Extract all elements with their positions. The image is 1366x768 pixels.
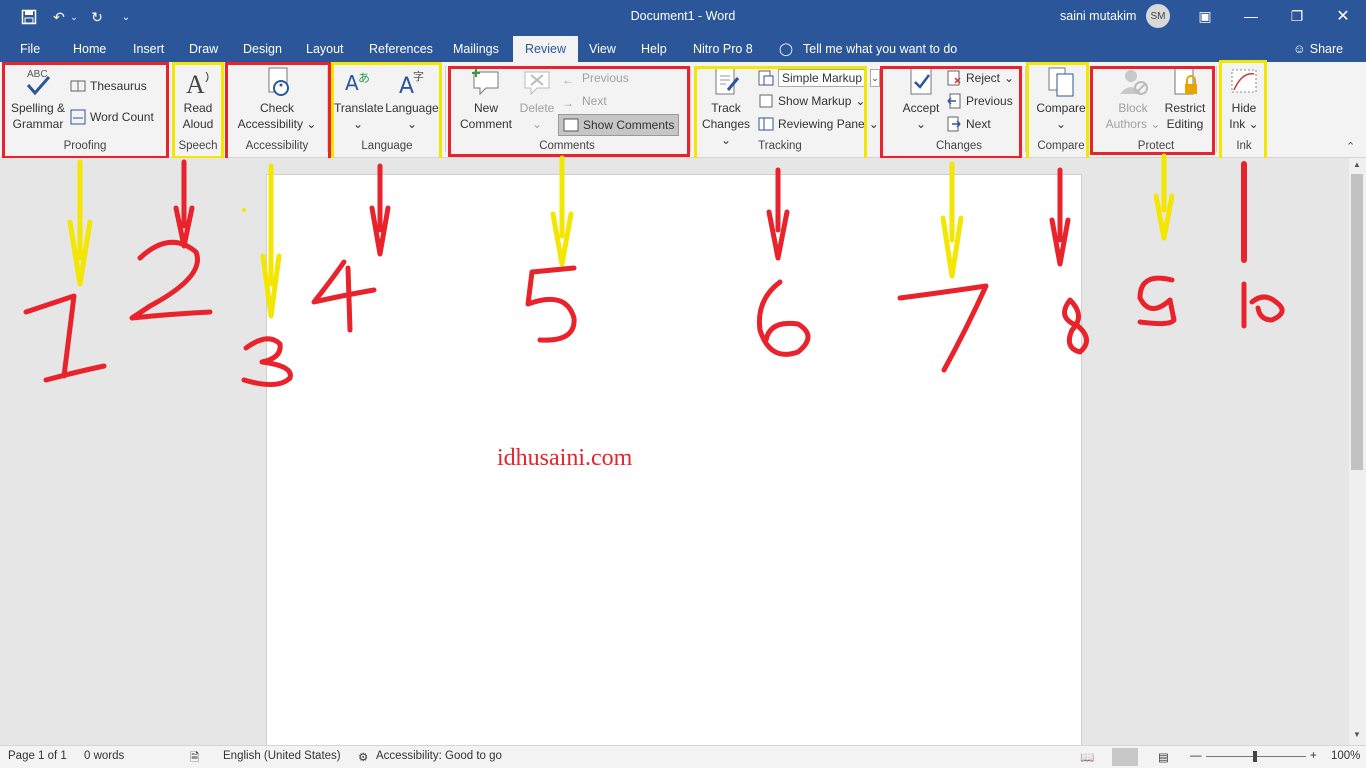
language-status[interactable]: English (United States)	[223, 750, 341, 762]
tab-draw[interactable]: Draw	[187, 36, 220, 62]
tab-home[interactable]: Home	[71, 36, 108, 62]
tab-file[interactable]: File	[18, 36, 42, 62]
accessibility-status-icon[interactable]: ⚙	[358, 750, 368, 764]
tab-design[interactable]: Design	[241, 36, 284, 62]
tab-mailings[interactable]: Mailings	[451, 36, 501, 62]
annotation-box-tracking	[694, 66, 867, 168]
annotation-box-ink	[1219, 60, 1267, 161]
zoom-in-icon[interactable]: +	[1310, 750, 1317, 762]
chevron-down-icon: ⌄	[870, 69, 881, 87]
tell-me-label: Tell me what you want to do	[803, 42, 958, 56]
tab-review[interactable]: Review	[513, 36, 578, 62]
proofing-status-icon[interactable]: 🗎	[190, 750, 199, 768]
collapse-ribbon-icon[interactable]: ⌃	[1346, 140, 1355, 153]
print-layout-icon[interactable]	[1112, 748, 1138, 766]
lightbulb-icon: ◯	[779, 42, 793, 56]
group-divider	[1216, 66, 1217, 152]
tab-references[interactable]: References	[367, 36, 435, 62]
tab-nitro-pro[interactable]: Nitro Pro 8	[691, 36, 755, 62]
zoom-level[interactable]: 100%	[1331, 750, 1360, 762]
zoom-out-icon[interactable]: —	[1190, 750, 1202, 762]
group-divider	[445, 66, 446, 152]
user-name[interactable]: saini mutakim	[1060, 9, 1136, 23]
tab-view[interactable]: View	[587, 36, 618, 62]
tab-insert[interactable]: Insert	[131, 36, 166, 62]
avatar[interactable]: SM	[1146, 4, 1170, 28]
document-page[interactable]: idhusaini.com	[266, 174, 1082, 745]
annotation-box-changes	[880, 66, 1022, 159]
annotation-box-proofing	[2, 62, 169, 159]
zoom-slider-thumb[interactable]	[1253, 751, 1257, 762]
title-bar: ↶ ⌄ ↻ ⌄ Document1 - Word saini mutakim S…	[0, 0, 1366, 36]
vertical-scrollbar[interactable]: ▲ ▼	[1349, 158, 1366, 745]
scrollbar-thumb[interactable]	[1351, 174, 1363, 470]
annotation-box-accessibility	[225, 62, 331, 166]
close-icon[interactable]: ✕	[1320, 0, 1366, 32]
word-count[interactable]: 0 words	[84, 750, 124, 762]
tab-layout[interactable]: Layout	[304, 36, 346, 62]
ribbon-tabs: File Home Insert Draw Design Layout Refe…	[0, 36, 1366, 62]
group-divider	[690, 66, 691, 152]
status-bar: Page 1 of 1 0 words 🗎 English (United St…	[0, 745, 1366, 768]
restore-icon[interactable]: ❐	[1274, 0, 1320, 32]
annotation-box-language	[331, 62, 442, 164]
annotation-box-comments	[448, 66, 690, 157]
page-count[interactable]: Page 1 of 1	[8, 750, 67, 762]
share-button[interactable]: ☺ Share	[1293, 36, 1343, 62]
chevron-down-icon: ⌄	[868, 117, 879, 131]
accessibility-status[interactable]: Accessibility: Good to go	[376, 750, 502, 762]
scroll-up-icon[interactable]: ▲	[1353, 160, 1361, 169]
person-icon: ☺	[1293, 42, 1306, 56]
tab-help[interactable]: Help	[639, 36, 669, 62]
share-label: Share	[1309, 42, 1344, 56]
annotation-box-protect	[1090, 66, 1215, 155]
annotation-box-compare	[1026, 62, 1089, 171]
read-mode-icon[interactable]: 📖	[1080, 750, 1094, 764]
site-watermark: idhusaini.com	[497, 445, 633, 471]
ribbon-display-options-icon[interactable]: ▣	[1182, 0, 1228, 32]
tell-me-search[interactable]: ◯ Tell me what you want to do	[779, 36, 957, 62]
web-layout-icon[interactable]: ▤	[1158, 750, 1169, 764]
minimize-icon[interactable]: —	[1228, 0, 1274, 32]
document-workspace: idhusaini.com	[0, 158, 1349, 745]
annotation-box-speech	[172, 62, 224, 159]
scroll-down-icon[interactable]: ▼	[1353, 730, 1361, 739]
